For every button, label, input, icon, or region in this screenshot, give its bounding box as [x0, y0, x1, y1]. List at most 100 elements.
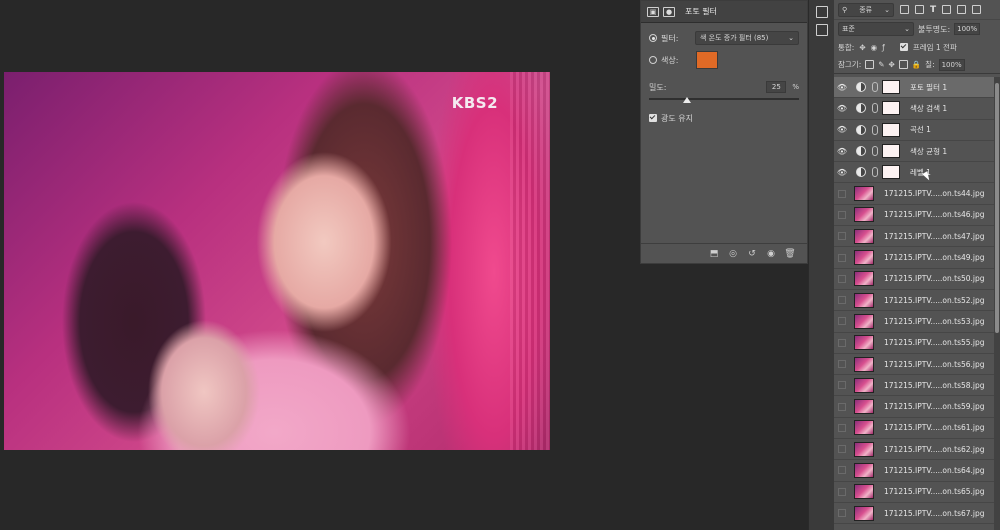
visibility-toggle[interactable]: [838, 487, 846, 496]
layer-row[interactable]: 171215.IPTV.....on.ts67.jpg: [834, 502, 994, 525]
eye-icon[interactable]: 👁: [834, 104, 850, 113]
color-swatch[interactable]: [696, 51, 719, 69]
lock-position-icon[interactable]: ✥: [889, 60, 895, 69]
layer-name: 171215.IPTV.....on.ts55.jpg: [884, 338, 985, 348]
adjustments-icon[interactable]: ▣: [647, 6, 659, 17]
pixel-layer-filter-icon[interactable]: [900, 5, 909, 14]
unify-row: 통합: ✥ ◉ ƒ 프레임 1 전파: [834, 38, 1000, 56]
density-row: 밀도: 25 %: [649, 81, 799, 93]
filter-toggle-icon[interactable]: [972, 5, 982, 14]
layer-row[interactable]: 171215.IPTV.....on.ts50.jpg: [834, 268, 994, 290]
visibility-toggle[interactable]: [838, 317, 846, 326]
layer-row[interactable]: 171215.IPTV.....on.ts58.jpg: [834, 375, 994, 397]
layer-row[interactable]: 171215.IPTV.....on.ts61.jpg: [834, 417, 994, 440]
layer-row[interactable]: 171215.IPTV.....on.ts56.jpg: [834, 353, 994, 376]
visibility-toggle[interactable]: [838, 381, 846, 390]
visibility-icon[interactable]: ◉: [766, 249, 776, 259]
layer-row[interactable]: 171215.IPTV.....on.ts65.jpg: [834, 481, 994, 503]
layer-thumbnail: [854, 250, 874, 266]
unify-visibility-icon[interactable]: ◉: [871, 43, 878, 52]
visibility-toggle[interactable]: [838, 445, 846, 454]
visibility-toggle[interactable]: [838, 274, 846, 283]
blend-mode-value: 표준: [842, 25, 855, 33]
layer-row[interactable]: 171215.IPTV.....on.ts59.jpg: [834, 396, 994, 418]
canvas-image[interactable]: KBS2: [4, 72, 550, 450]
visibility-toggle[interactable]: [838, 423, 846, 432]
layer-row[interactable]: 171215.IPTV.....on.ts62.jpg: [834, 439, 994, 461]
layer-name: 171215.IPTV.....on.ts62.jpg: [884, 444, 985, 454]
layer-row[interactable]: 171215.IPTV.....on.ts44.jpg: [834, 183, 994, 205]
eye-icon[interactable]: 👁: [834, 147, 850, 156]
layers-scrollbar[interactable]: [994, 77, 1000, 530]
color-radio[interactable]: [649, 56, 657, 64]
layer-row[interactable]: 👁 색상 균형 1: [834, 140, 994, 163]
layer-row[interactable]: 👁 곡선 1: [834, 119, 994, 141]
layer-mask-thumbnail[interactable]: [882, 122, 900, 137]
filter-radio[interactable]: [649, 34, 657, 42]
visibility-toggle[interactable]: [838, 189, 846, 198]
scrollbar-thumb[interactable]: [995, 83, 999, 333]
visibility-toggle[interactable]: [838, 509, 846, 518]
eye-icon[interactable]: 👁: [834, 168, 850, 177]
kind-filter-select[interactable]: ⚲ 종류 ⌄: [838, 2, 894, 17]
preserve-luminosity-checkbox[interactable]: [649, 114, 657, 122]
layer-thumbnail: [854, 228, 874, 244]
blend-mode-select[interactable]: 표준 ⌄: [838, 22, 914, 36]
visibility-toggle[interactable]: [838, 210, 846, 219]
visibility-toggle[interactable]: [838, 232, 846, 241]
layer-row[interactable]: 171215.IPTV.....on.ts55.jpg: [834, 332, 994, 354]
visibility-toggle[interactable]: [838, 296, 846, 305]
eye-icon[interactable]: 👁: [834, 125, 850, 134]
unify-style-icon[interactable]: ƒ: [882, 43, 885, 52]
lock-all-icon[interactable]: 🔒: [912, 60, 921, 69]
slider-thumb[interactable]: [682, 97, 691, 103]
layer-row[interactable]: 171215.IPTV.....on.ts52.jpg: [834, 289, 994, 312]
layer-thumbnail: [854, 462, 874, 478]
unify-position-icon[interactable]: ✥: [859, 43, 865, 52]
visibility-toggle[interactable]: [838, 338, 846, 347]
lock-pixels-icon[interactable]: ✎: [878, 60, 884, 69]
lock-artboard-icon[interactable]: [898, 60, 908, 69]
density-input[interactable]: 25: [766, 81, 787, 93]
layer-row[interactable]: 171215.IPTV.....on.ts46.jpg: [834, 204, 994, 227]
clip-to-layer-icon[interactable]: ⬒: [709, 249, 719, 259]
layer-row[interactable]: 171215.IPTV.....on.ts64.jpg: [834, 460, 994, 482]
mask-icon[interactable]: ●: [663, 6, 675, 17]
density-slider[interactable]: [649, 95, 799, 105]
layer-row[interactable]: 👁 색상 검색 1: [834, 98, 994, 120]
visibility-toggle[interactable]: [838, 402, 846, 411]
layer-mask-thumbnail[interactable]: [882, 80, 900, 95]
layer-row[interactable]: 👁 포토 필터 1: [834, 77, 994, 99]
visibility-toggle[interactable]: [838, 466, 846, 475]
lock-transparency-icon[interactable]: [865, 60, 875, 69]
layer-thumbnail: [854, 420, 874, 436]
layer-mask-thumbnail[interactable]: [882, 101, 900, 116]
trash-icon[interactable]: 🗑: [784, 249, 795, 259]
layer-thumbnail: [854, 505, 874, 521]
visibility-toggle[interactable]: [838, 253, 846, 262]
filter-label: 필터:: [661, 33, 679, 43]
reset-icon[interactable]: ↺: [747, 249, 757, 259]
adjustment-layer-filter-icon[interactable]: [915, 5, 924, 14]
layer-thumbnail: [854, 356, 874, 372]
type-layer-filter-icon[interactable]: T: [930, 5, 936, 15]
layer-row[interactable]: 171215.IPTV.....on.ts47.jpg: [834, 226, 994, 248]
opacity-input[interactable]: 100%: [954, 23, 981, 35]
filter-row: 필터: 색 온도 증가 필터 (85) ⌄: [649, 29, 799, 47]
filter-select[interactable]: 색 온도 증가 필터 (85) ⌄: [695, 31, 799, 45]
layer-mask-thumbnail[interactable]: [882, 144, 900, 159]
layer-mask-thumbnail[interactable]: [882, 165, 900, 180]
visibility-toggle[interactable]: [838, 360, 846, 368]
adjustments-panel-icon[interactable]: [815, 24, 828, 36]
slider-track: [649, 98, 799, 100]
propagate-frame-checkbox[interactable]: [899, 43, 908, 51]
fill-input[interactable]: 100%: [938, 58, 965, 71]
properties-panel-icon[interactable]: [815, 6, 828, 18]
eye-icon[interactable]: 👁: [834, 83, 850, 92]
smart-object-filter-icon[interactable]: [957, 5, 967, 14]
layer-row[interactable]: 171215.IPTV.....on.ts49.jpg: [834, 247, 994, 269]
layer-row[interactable]: 171215.IPTV.....on.ts53.jpg: [834, 311, 994, 333]
view-previous-icon[interactable]: ◎: [728, 249, 738, 259]
layer-row[interactable]: 👁 레벨 1: [834, 162, 994, 184]
shape-layer-filter-icon[interactable]: [942, 5, 952, 14]
